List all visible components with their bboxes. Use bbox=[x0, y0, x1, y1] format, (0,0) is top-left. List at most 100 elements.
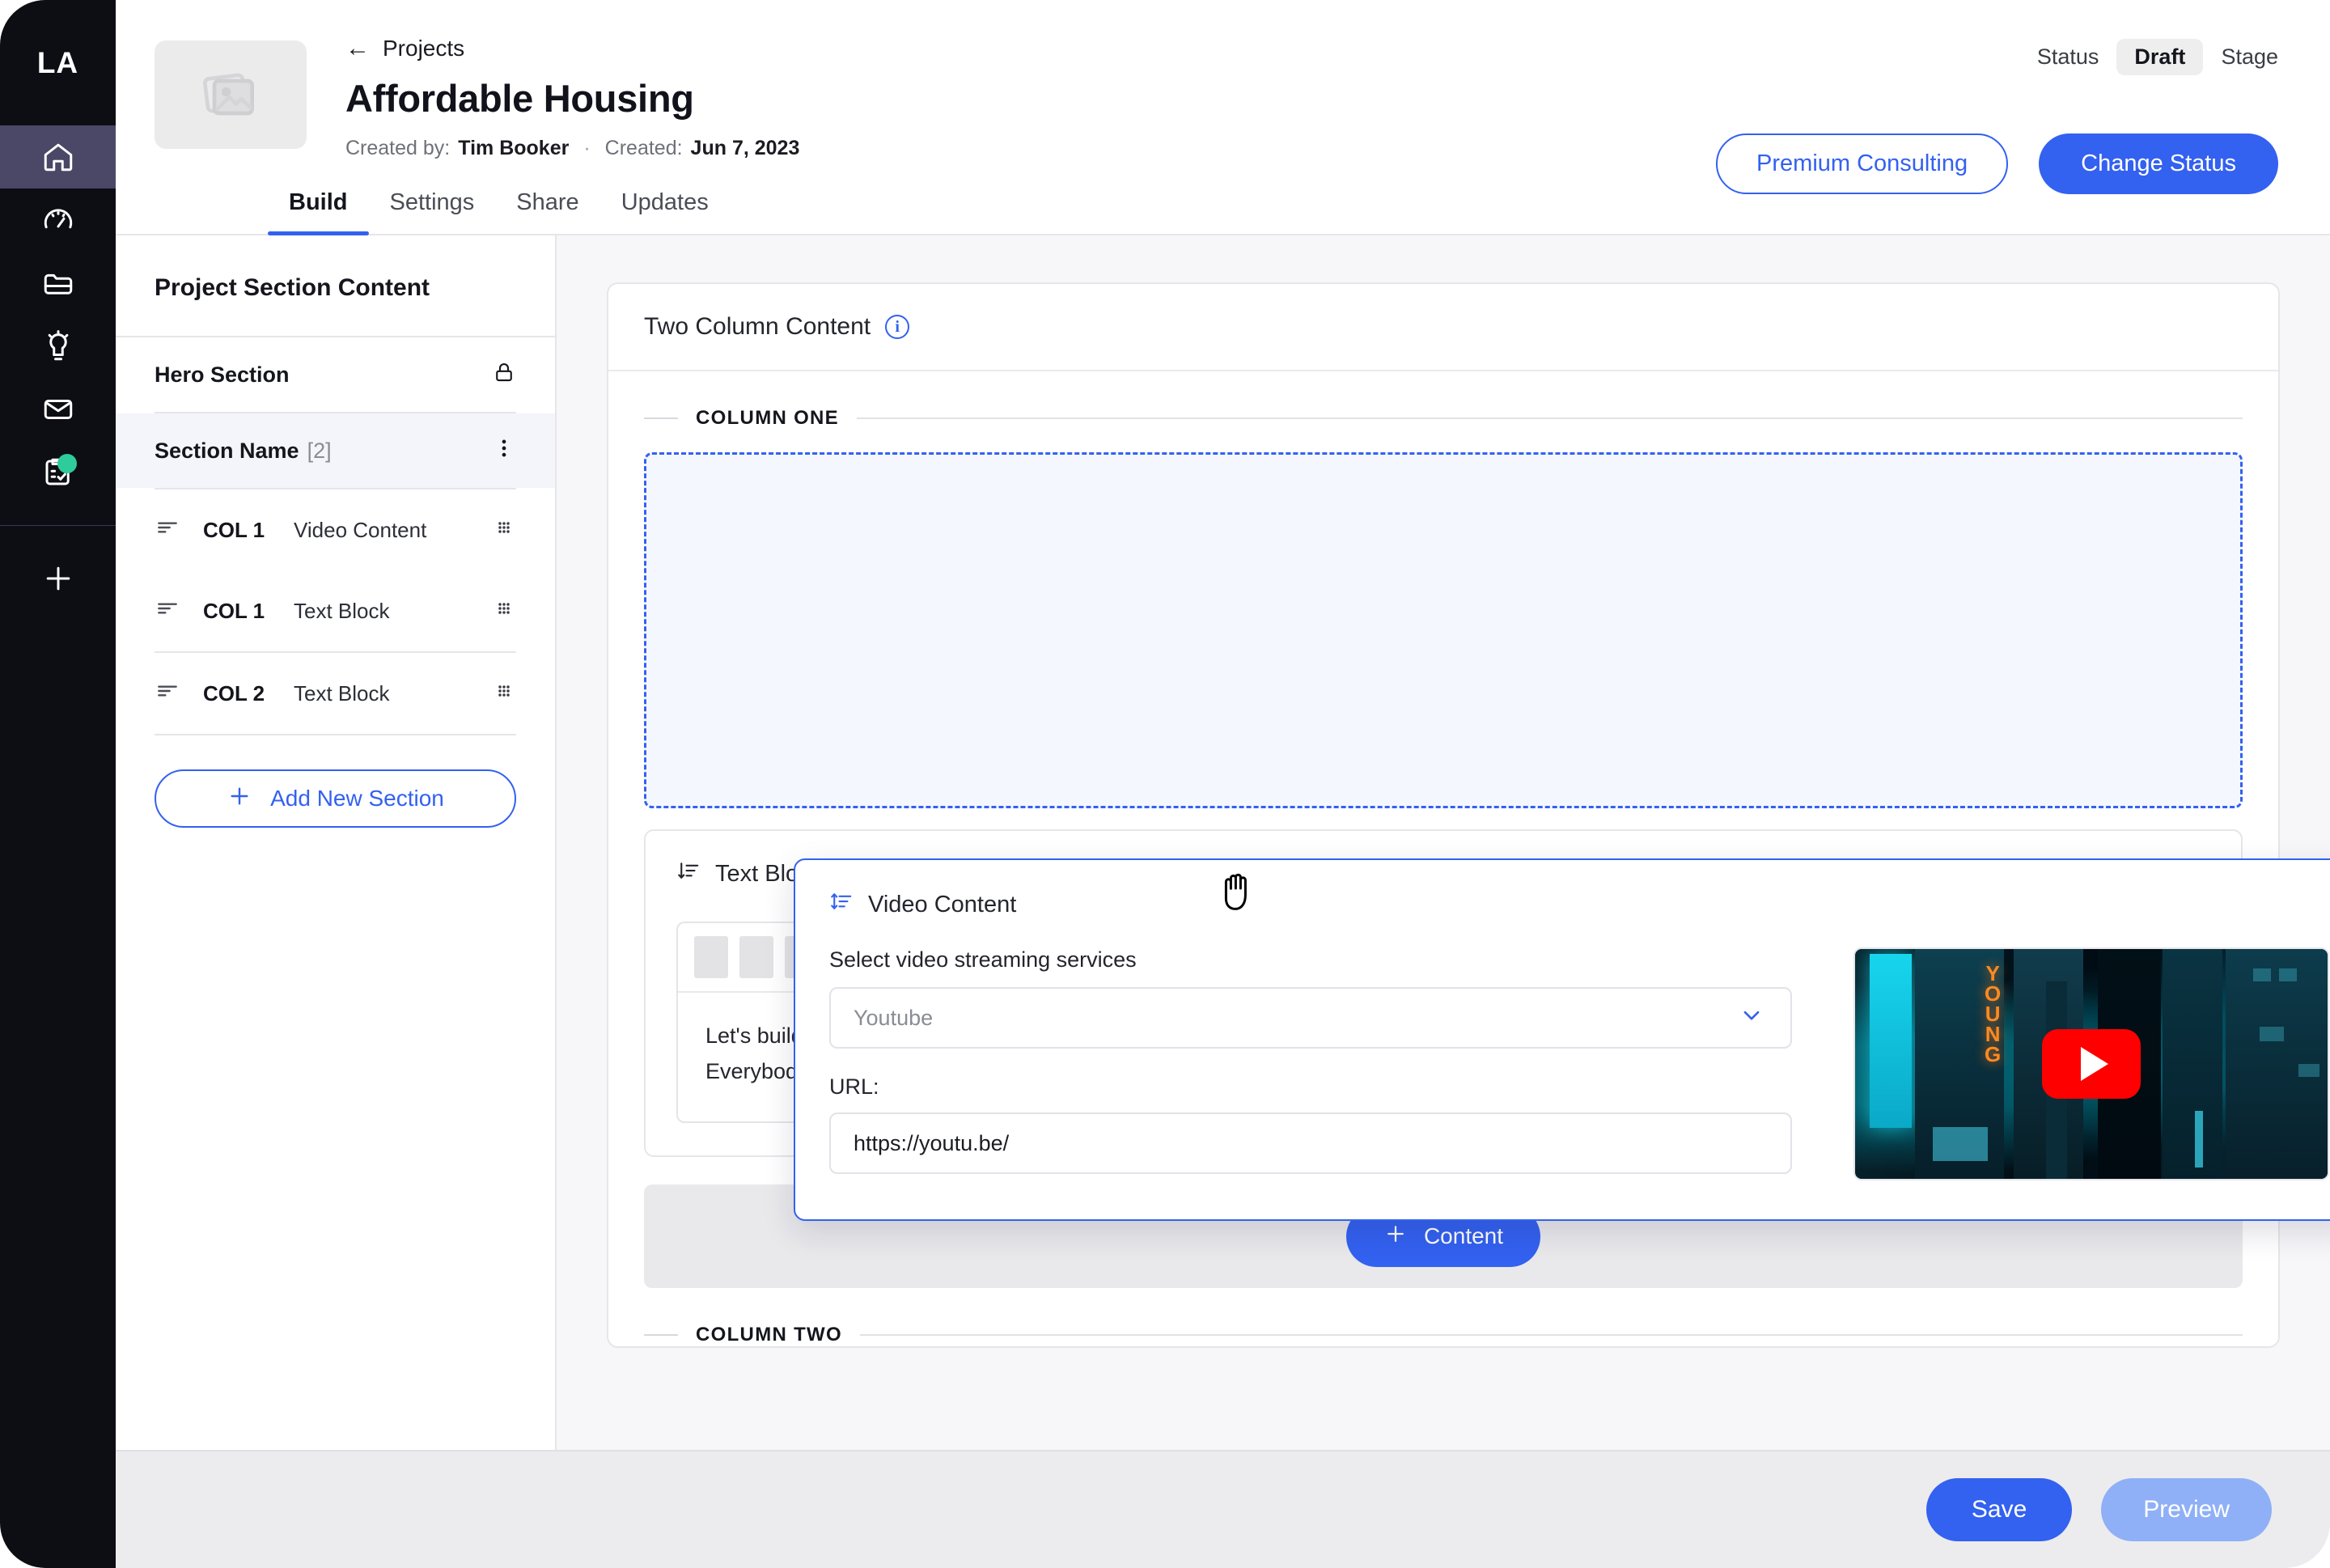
grab-hand-cursor bbox=[1218, 868, 1260, 919]
premium-consulting-button[interactable]: Premium Consulting bbox=[1716, 133, 2009, 194]
mail-icon bbox=[41, 392, 75, 426]
info-icon[interactable]: i bbox=[885, 315, 910, 339]
text-lines-icon bbox=[155, 595, 180, 627]
lock-icon bbox=[492, 360, 516, 390]
column-one-label: COLUMN ONE bbox=[696, 407, 839, 429]
preview-button[interactable]: Preview bbox=[2101, 1478, 2272, 1541]
column-two-label: COLUMN TWO bbox=[696, 1324, 842, 1346]
drag-handle-icon[interactable] bbox=[492, 596, 516, 626]
app-logo[interactable]: LA bbox=[0, 0, 116, 125]
app-window: LA ← Projects Affordable Housing Created… bbox=[0, 0, 2330, 1568]
billboard-left bbox=[1870, 954, 1912, 1128]
image-placeholder-icon bbox=[196, 61, 265, 129]
section-item-count: [2] bbox=[307, 438, 332, 463]
section-name-group: Section Name [2] bbox=[155, 439, 332, 464]
sidebar-item-home[interactable] bbox=[0, 125, 116, 189]
status-label: Status bbox=[2036, 44, 2099, 69]
hero-section-label: Hero Section bbox=[155, 362, 290, 387]
add-new-button[interactable] bbox=[0, 547, 116, 610]
created-by-value: Tim Booker bbox=[458, 137, 570, 159]
save-button[interactable]: Save bbox=[1925, 1478, 2073, 1541]
list-item[interactable]: COL 1 Video Content bbox=[116, 489, 555, 570]
stage-label[interactable]: Stage bbox=[2221, 44, 2278, 70]
lightbulb-icon bbox=[41, 329, 75, 363]
add-content-label: Content bbox=[1423, 1223, 1504, 1249]
section-row-selected[interactable]: Section Name [2] bbox=[116, 413, 555, 488]
page-title: Affordable Housing bbox=[345, 77, 694, 120]
list-item-label: Text Block bbox=[294, 598, 390, 623]
video-block-dropzone[interactable] bbox=[644, 452, 2243, 808]
main-area: ← Projects Affordable Housing Created by… bbox=[116, 0, 2330, 1568]
video-service-value: Youtube bbox=[854, 1005, 934, 1030]
drag-handle-icon[interactable] bbox=[492, 515, 516, 545]
building bbox=[2163, 949, 2222, 1179]
divider-left bbox=[644, 1334, 678, 1337]
tab-updates[interactable]: Updates bbox=[600, 189, 730, 234]
status-row: Status Draft Stage bbox=[2037, 39, 2278, 75]
sidebar-item-tasks[interactable] bbox=[0, 441, 116, 504]
list-item-column: COL 2 bbox=[203, 680, 265, 706]
video-content-floating-card[interactable]: Video Content Select video streaming ser… bbox=[794, 858, 2330, 1221]
window bbox=[1933, 1127, 1988, 1161]
created-value: Jun 7, 2023 bbox=[690, 137, 800, 159]
left-nav-rail: LA bbox=[0, 0, 116, 1568]
created-by-label: Created by: bbox=[345, 137, 451, 159]
notification-badge bbox=[57, 454, 77, 473]
header-actions: Premium Consulting Change Status bbox=[1716, 133, 2278, 194]
sections-panel: Project Section Content Hero Section Sec… bbox=[116, 235, 557, 1568]
toolbar-button[interactable] bbox=[694, 936, 728, 978]
items-divider-2 bbox=[155, 734, 516, 735]
created-label: Created: bbox=[604, 137, 683, 159]
section-row-hero[interactable]: Hero Section bbox=[116, 337, 555, 412]
meta-separator: · bbox=[583, 137, 591, 159]
toolbar-button[interactable] bbox=[739, 936, 773, 978]
divider-right bbox=[857, 417, 2243, 419]
plus-icon bbox=[1383, 1222, 1408, 1252]
video-url-input[interactable]: https://youtu.be/ bbox=[829, 1112, 1792, 1174]
sidebar-item-dashboard[interactable] bbox=[0, 189, 116, 252]
folder-icon bbox=[41, 266, 75, 300]
reorder-icon[interactable] bbox=[829, 889, 854, 920]
add-new-section-label: Add New Section bbox=[270, 786, 444, 811]
drag-handle-icon[interactable] bbox=[492, 679, 516, 709]
gauge-icon bbox=[41, 203, 75, 237]
text-lines-icon bbox=[155, 678, 180, 710]
change-status-button[interactable]: Change Status bbox=[2039, 133, 2278, 194]
video-block-title: Video Content bbox=[868, 891, 1017, 917]
add-new-section-button[interactable]: Add New Section bbox=[155, 769, 516, 828]
back-arrow-icon[interactable]: ← bbox=[345, 36, 370, 61]
sidebar-item-messages[interactable] bbox=[0, 378, 116, 441]
sections-panel-title: Project Section Content bbox=[116, 235, 555, 337]
content-body: Project Section Content Hero Section Sec… bbox=[116, 235, 2330, 1568]
home-icon bbox=[41, 140, 75, 174]
list-item[interactable]: COL 2 Text Block bbox=[116, 653, 555, 734]
tab-build[interactable]: Build bbox=[268, 189, 369, 235]
list-item-label: Video Content bbox=[294, 517, 427, 542]
list-item[interactable]: COL 1 Text Block bbox=[116, 570, 555, 651]
video-thumbnail[interactable]: YOUNG bbox=[1853, 947, 2329, 1180]
youtube-play-icon[interactable] bbox=[2042, 1029, 2141, 1099]
sidebar-item-ideas[interactable] bbox=[0, 315, 116, 378]
text-lines-icon bbox=[155, 515, 180, 546]
card-header: Two Column Content i bbox=[608, 284, 2278, 371]
divider-right bbox=[859, 1334, 2243, 1337]
breadcrumb[interactable]: ← Projects bbox=[345, 36, 799, 61]
sidebar-item-files[interactable] bbox=[0, 252, 116, 315]
window bbox=[2279, 968, 2297, 981]
video-block-body: Select video streaming services Youtube … bbox=[829, 947, 2330, 1180]
divider-left bbox=[644, 417, 678, 419]
tab-share[interactable]: Share bbox=[495, 189, 599, 234]
window bbox=[2298, 1064, 2319, 1077]
kebab-menu-icon[interactable] bbox=[492, 436, 516, 466]
breadcrumb-label[interactable]: Projects bbox=[383, 36, 464, 61]
reorder-icon[interactable] bbox=[676, 858, 701, 889]
action-footer: Save Preview bbox=[116, 1450, 2330, 1568]
column-one-divider: COLUMN ONE bbox=[644, 407, 2243, 430]
window bbox=[2195, 1111, 2203, 1168]
list-item-label: Text Block bbox=[294, 680, 390, 706]
tab-settings[interactable]: Settings bbox=[369, 189, 496, 234]
rail-divider bbox=[0, 525, 116, 526]
video-service-select[interactable]: Youtube bbox=[829, 987, 1792, 1049]
window bbox=[2253, 968, 2271, 981]
status-badge[interactable]: Draft bbox=[2116, 39, 2204, 75]
